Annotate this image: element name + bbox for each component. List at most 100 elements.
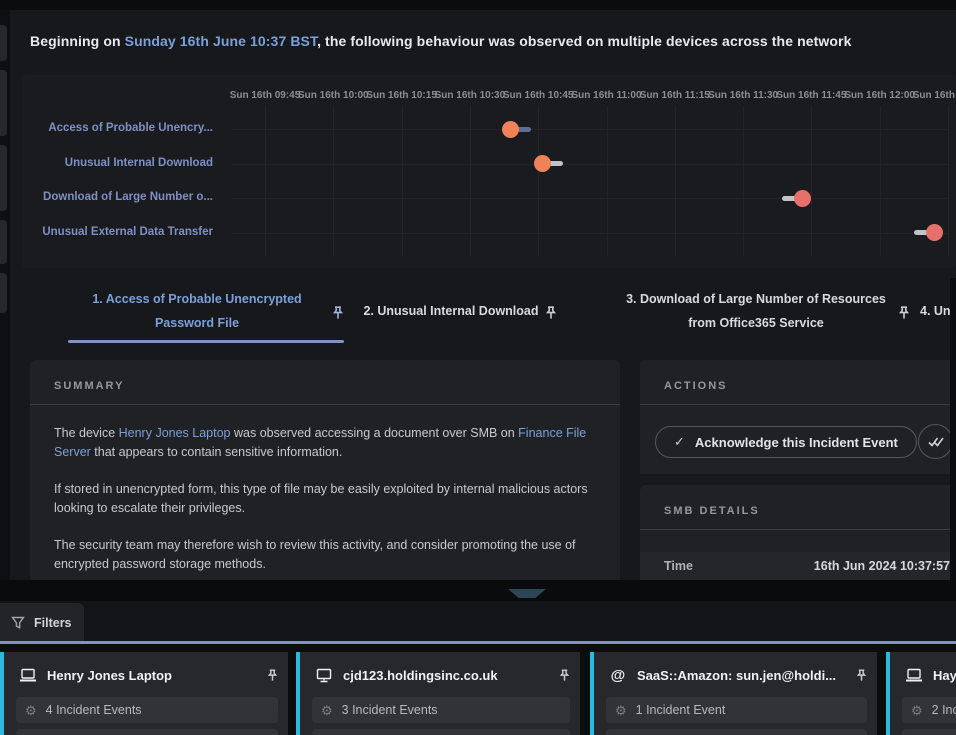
device-name: SaaS::Amazon: sun.jen@holdi...	[637, 668, 836, 683]
modal-right-edge	[950, 278, 956, 580]
device-card-haya[interactable]: Haya ⚙ 2 Inc	[886, 652, 956, 735]
next-row-partial	[606, 729, 867, 735]
behaviour-row-label: Download of Large Number o...	[30, 191, 213, 203]
acknowledge-button[interactable]: ✓ Acknowledge this Incident Event	[655, 426, 917, 458]
horizontal-gridline	[232, 164, 948, 165]
top-strip	[0, 0, 956, 10]
check-icon: ✓	[674, 434, 685, 450]
timeline-chart-panel	[22, 75, 956, 268]
divider	[30, 404, 620, 405]
device-card-cjd123[interactable]: cjd123.holdingsinc.co.uk ⚙ 3 Incident Ev…	[296, 652, 580, 735]
pin-icon[interactable]	[848, 669, 867, 682]
pin-icon[interactable]	[259, 669, 278, 682]
filter-funnel-icon	[11, 616, 25, 630]
summary-panel-title: SUMMARY	[54, 380, 124, 392]
tab-incident-event-3[interactable]: 3. Download of Large Number of Resources…	[620, 280, 910, 342]
device-card-saas-amazon[interactable]: @ SaaS::Amazon: sun.jen@holdi... ⚙ 1 Inc…	[590, 652, 877, 735]
summary-text: The device Henry Jones Laptop was observ…	[54, 424, 594, 580]
pin-icon[interactable]	[332, 306, 344, 320]
incident-events-count: 2 Inc	[932, 703, 956, 717]
horizontal-gridline	[232, 198, 948, 199]
tab-incident-event-2[interactable]: 2. Unusual Internal Download	[352, 280, 568, 342]
next-row-partial	[902, 729, 956, 735]
device-name: Haya	[933, 668, 956, 683]
tab-incident-event-1[interactable]: 1. Access of Probable Unencrypted Passwo…	[68, 280, 344, 342]
device-card-header: @ SaaS::Amazon: sun.jen@holdi...	[608, 665, 867, 685]
tab-label: 2. Unusual Internal Download	[363, 299, 538, 323]
incident-events-row[interactable]: ⚙ 1 Incident Event	[606, 697, 867, 723]
filters-bar: Filters	[0, 601, 956, 645]
actions-panel: ACTIONS ✓ Acknowledge this Incident Even…	[640, 360, 956, 474]
background-rail-button-partial	[0, 145, 7, 211]
background-rail-button-partial	[0, 273, 7, 313]
smb-details-panel: SMB DETAILS Time 16th Jun 2024 10:37:57	[640, 485, 956, 580]
device-card-header: cjd123.holdingsinc.co.uk	[314, 665, 570, 685]
incident-events-count: 4 Incident Events	[46, 703, 142, 717]
next-row-partial	[312, 729, 570, 735]
summary-text-run: was observed accessing a document over S…	[231, 426, 519, 440]
event-dot[interactable]	[794, 190, 811, 207]
laptop-icon	[904, 668, 924, 683]
divider	[640, 404, 956, 405]
behaviour-row-label: Access of Probable Unencry...	[30, 122, 213, 134]
summary-paragraph-2: If stored in unencrypted form, this type…	[54, 480, 594, 518]
filters-label: Filters	[34, 616, 72, 630]
gear-icon: ⚙	[911, 704, 923, 717]
summary-paragraph-3: The security team may therefore wish to …	[54, 536, 594, 574]
background-rail-button-partial	[0, 25, 7, 61]
incident-events-row[interactable]: ⚙ 3 Incident Events	[312, 697, 570, 723]
monitor-icon	[314, 668, 334, 683]
event-dot[interactable]	[502, 121, 519, 138]
divider	[640, 529, 956, 530]
gear-icon: ⚙	[25, 704, 37, 717]
incident-header: Beginning on Sunday 16th June 10:37 BST,…	[30, 33, 942, 49]
summary-panel: SUMMARY The device Henry Jones Laptop wa…	[30, 360, 620, 580]
filters-tab[interactable]: Filters	[0, 603, 84, 642]
horizontal-gridline	[232, 233, 948, 234]
event-dot[interactable]	[926, 224, 943, 241]
vertical-gridline	[948, 106, 949, 256]
incident-events-row[interactable]: ⚙ 2 Inc	[902, 697, 956, 723]
pin-icon[interactable]	[898, 306, 910, 320]
behaviour-row-label: Unusual External Data Transfer	[30, 226, 213, 238]
device-link-henry-jones-laptop[interactable]: Henry Jones Laptop	[119, 426, 231, 440]
header-prefix: Beginning on	[30, 33, 125, 49]
gear-icon: ⚙	[615, 704, 627, 717]
time-axis-tick-label: Sun 16th 12:15	[902, 90, 956, 101]
header-suffix: , the following behaviour was observed o…	[317, 33, 851, 49]
header-start-time-link[interactable]: Sunday 16th June 10:37 BST	[125, 33, 317, 49]
behaviour-row-label: Unusual Internal Download	[30, 157, 213, 169]
pin-icon[interactable]	[545, 306, 557, 320]
tab-label: 1. Access of Probable Unencrypted Passwo…	[68, 287, 326, 335]
incident-events-count: 3 Incident Events	[342, 703, 438, 717]
tab-label: 3. Download of Large Number of Resources…	[620, 287, 892, 335]
laptop-icon	[18, 668, 38, 683]
background-rail-button-partial	[0, 220, 7, 264]
smb-detail-row-time: Time 16th Jun 2024 10:37:57	[640, 552, 956, 580]
active-tab-underline	[68, 340, 344, 343]
acknowledge-all-button[interactable]	[918, 424, 953, 459]
horizontal-gridline	[232, 129, 948, 130]
actions-panel-title: ACTIONS	[664, 380, 728, 392]
section-gap	[0, 580, 956, 601]
device-card-header: Henry Jones Laptop	[18, 665, 278, 685]
incident-investigation-modal: Beginning on Sunday 16th June 10:37 BST,…	[0, 0, 956, 735]
device-name: cjd123.holdingsinc.co.uk	[343, 668, 498, 683]
summary-text-run: that appears to contain sensitive inform…	[91, 445, 343, 459]
tab-label: 4. Un	[920, 299, 951, 323]
device-card-header: Haya	[904, 665, 956, 685]
pin-icon[interactable]	[551, 669, 570, 682]
gear-icon: ⚙	[321, 704, 333, 717]
incident-events-row[interactable]: ⚙ 4 Incident Events	[16, 697, 278, 723]
at-icon: @	[608, 667, 628, 684]
smb-panel-title: SMB DETAILS	[664, 505, 760, 517]
smb-row-label: Time	[664, 559, 693, 573]
double-check-icon	[928, 436, 944, 448]
summary-text-run: The device	[54, 426, 119, 440]
smb-row-value: 16th Jun 2024 10:37:57	[814, 559, 950, 573]
background-rail-button-partial	[0, 70, 7, 136]
summary-paragraph-1: The device Henry Jones Laptop was observ…	[54, 424, 594, 462]
device-name: Henry Jones Laptop	[47, 668, 172, 683]
device-card-henry-jones-laptop[interactable]: Henry Jones Laptop ⚙ 4 Incident Events	[0, 652, 288, 735]
acknowledge-button-label: Acknowledge this Incident Event	[695, 435, 898, 450]
